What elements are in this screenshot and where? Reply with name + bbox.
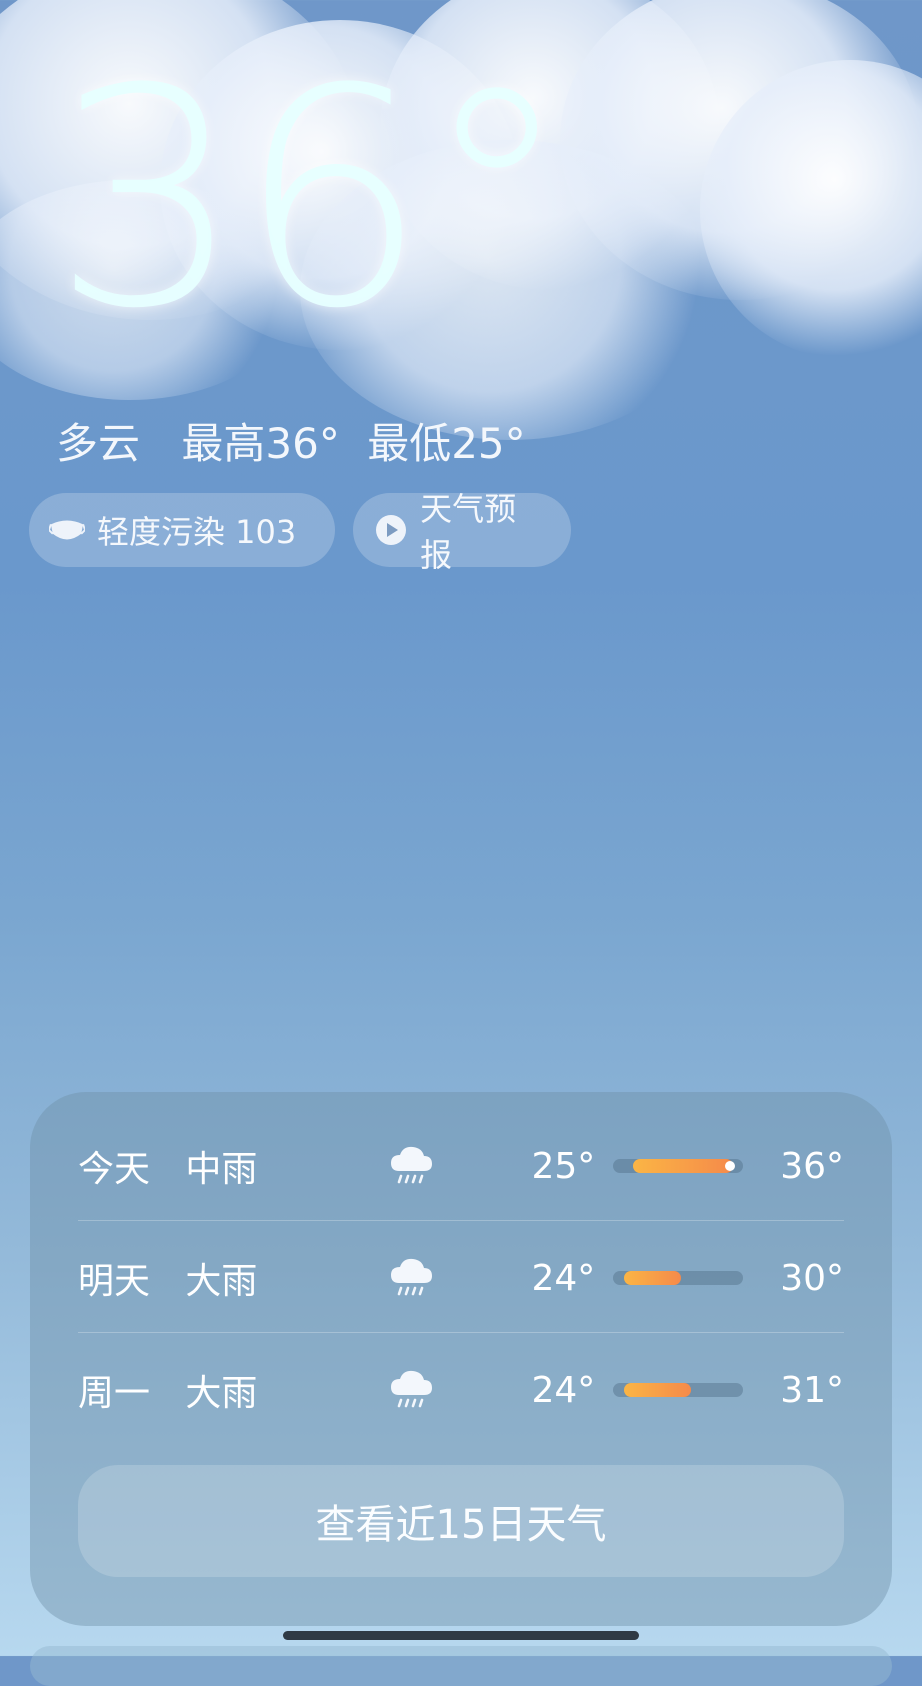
forecast-day: 今天 <box>78 1149 151 1190</box>
forecast-condition: 大雨 <box>185 1261 258 1302</box>
temperature-range-fill <box>632 1159 733 1173</box>
forecast-condition: 中雨 <box>185 1149 258 1190</box>
current-temperature: 36° <box>52 25 572 374</box>
forecast-high: 36° <box>780 1145 845 1187</box>
forecast-high: 30° <box>780 1257 845 1299</box>
today-high: 最高36° <box>181 419 340 468</box>
rain-cloud-icon <box>374 1143 448 1189</box>
temperature-range-fill <box>623 1383 692 1397</box>
today-low: 最低25° <box>367 419 526 468</box>
forecast-day: 周一 <box>78 1373 151 1414</box>
forecast-row[interactable]: 周一 大雨 24° 31° <box>78 1334 844 1446</box>
weather-forecast-label: 天气预报 <box>420 490 517 574</box>
next-card-edge <box>30 1646 892 1686</box>
temperature-range-bar <box>613 1383 743 1397</box>
forecast-low: 24° <box>531 1369 596 1411</box>
home-indicator[interactable] <box>283 1631 639 1640</box>
play-circle-icon <box>373 512 408 548</box>
forecast-row[interactable]: 今天 中雨 25° 36° <box>78 1110 844 1222</box>
current-temperature-marker <box>724 1161 735 1171</box>
air-quality-label: 轻度污染 103 <box>97 513 297 551</box>
row-divider <box>78 1220 844 1221</box>
forecast-low: 25° <box>531 1145 596 1187</box>
temperature-range-bar <box>613 1271 743 1285</box>
weather-summary: 多云 最高36° 最低25° <box>56 410 526 471</box>
forecast-condition: 大雨 <box>185 1373 258 1414</box>
weather-forecast-video-chip[interactable]: 天气预报 <box>353 490 571 574</box>
row-divider <box>78 1332 844 1333</box>
forecast-low: 24° <box>531 1257 596 1299</box>
temperature-range-fill <box>623 1271 681 1285</box>
temperature-range-bar <box>613 1159 743 1173</box>
view-15-day-forecast-button[interactable]: 查看近15日天气 <box>78 1465 844 1577</box>
forecast-day: 明天 <box>78 1261 151 1302</box>
air-quality-chip[interactable]: 轻度污染 103 <box>29 493 335 567</box>
mask-icon <box>49 512 85 548</box>
rain-cloud-icon <box>374 1367 448 1413</box>
current-condition: 多云 <box>56 419 141 468</box>
forecast-row[interactable]: 明天 大雨 24° 30° <box>78 1222 844 1334</box>
rain-cloud-icon <box>374 1255 448 1301</box>
forecast-high: 31° <box>780 1369 845 1411</box>
